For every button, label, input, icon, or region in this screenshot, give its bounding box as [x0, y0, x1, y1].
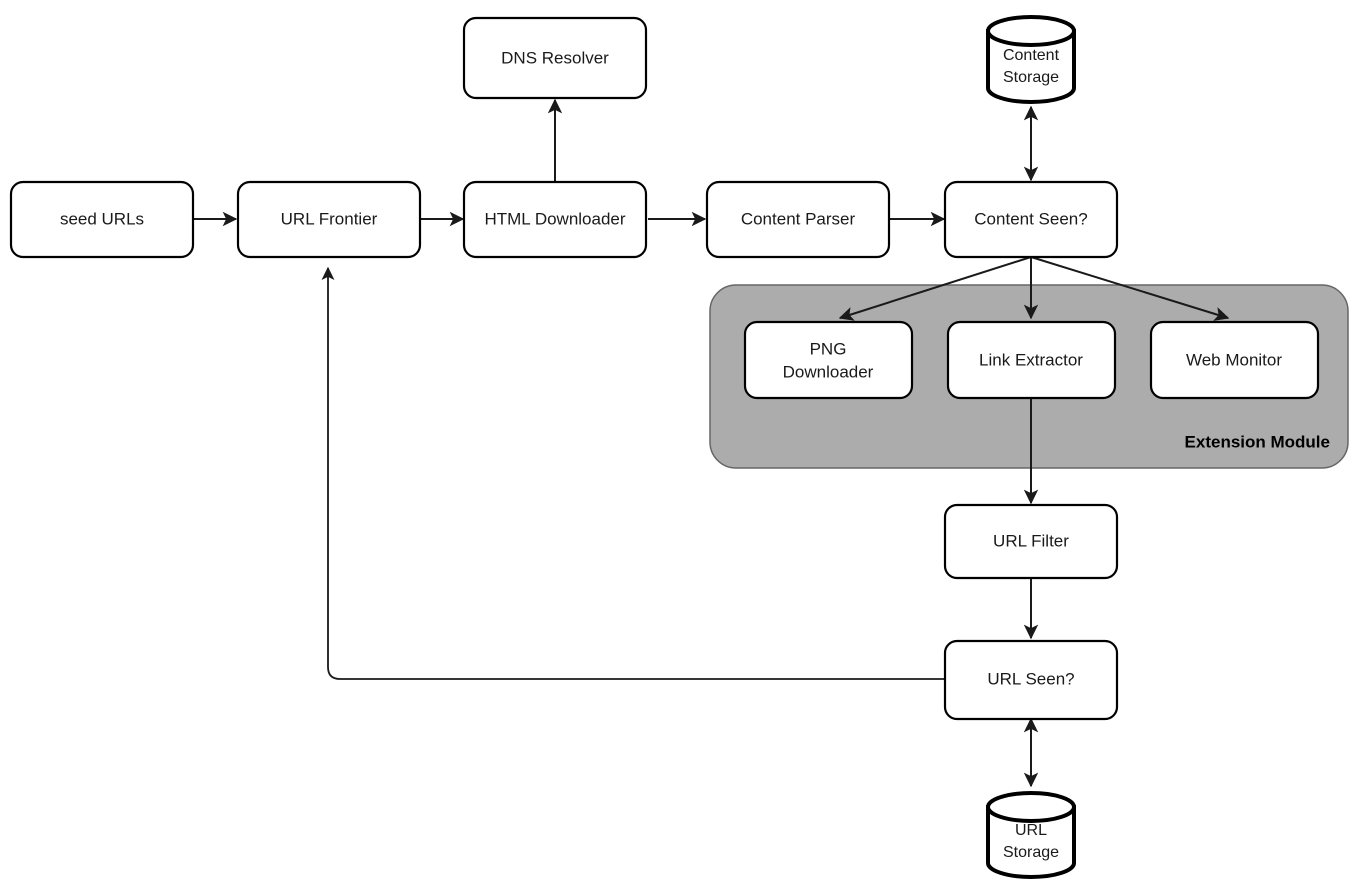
content-seen-label: Content Seen? [974, 209, 1087, 228]
dns-resolver-label: DNS Resolver [501, 48, 609, 67]
crawler-architecture-diagram: Extension Module seed URLs URL Frontier … [9, 15, 1349, 879]
node-url-seen[interactable]: URL Seen? [943, 639, 1119, 721]
web-monitor-label: Web Monitor [1186, 350, 1282, 369]
node-web-monitor[interactable]: Web Monitor [1149, 320, 1320, 400]
extension-module-label: Extension Module [1185, 432, 1330, 451]
diagram-canvas: Extension Module seed URLs URL Frontier … [0, 0, 1361, 888]
html-downloader-label: HTML Downloader [484, 209, 625, 228]
node-content-seen[interactable]: Content Seen? [943, 180, 1119, 259]
node-url-storage[interactable]: URL Storage [986, 791, 1076, 879]
url-filter-label: URL Filter [993, 531, 1069, 550]
node-url-frontier[interactable]: URL Frontier [236, 180, 422, 259]
content-storage-cylinder-top [986, 15, 1076, 47]
node-content-parser[interactable]: Content Parser [705, 180, 891, 259]
url-storage-cylinder-top [986, 791, 1076, 823]
content-storage-label-line2: Storage [1003, 69, 1059, 86]
url-frontier-label: URL Frontier [281, 209, 378, 228]
node-link-extractor[interactable]: Link Extractor [946, 320, 1117, 400]
node-dns-resolver[interactable]: DNS Resolver [462, 16, 648, 100]
link-extractor-label: Link Extractor [979, 350, 1083, 369]
node-content-storage[interactable]: Content Storage [986, 15, 1076, 104]
png-downloader-box[interactable] [743, 320, 914, 400]
url-storage-label-line1: URL [1015, 822, 1047, 839]
content-parser-label: Content Parser [741, 209, 856, 228]
seed-urls-label: seed URLs [60, 209, 144, 228]
png-downloader-label-line2: Downloader [783, 362, 874, 381]
url-seen-label: URL Seen? [987, 669, 1074, 688]
node-seed-urls[interactable]: seed URLs [9, 180, 195, 259]
url-storage-label-line2: Storage [1003, 844, 1059, 861]
node-html-downloader[interactable]: HTML Downloader [462, 180, 648, 259]
node-url-filter[interactable]: URL Filter [943, 503, 1119, 580]
node-png-downloader[interactable]: PNG Downloader [743, 320, 914, 400]
png-downloader-label-line1: PNG [810, 339, 847, 358]
content-storage-label-line1: Content [1003, 47, 1060, 64]
